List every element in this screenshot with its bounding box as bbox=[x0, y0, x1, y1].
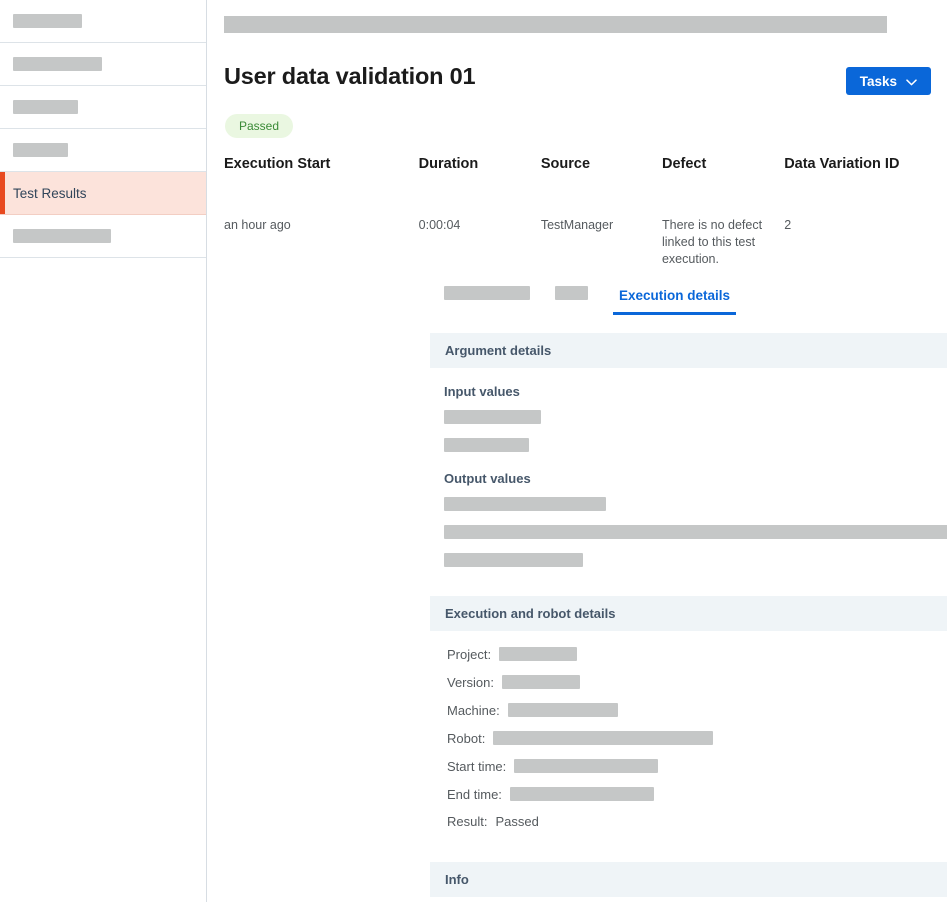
sidebar-item-label-redacted bbox=[13, 14, 82, 28]
input-values-label: Input values bbox=[444, 384, 520, 399]
output-values-label: Output values bbox=[444, 471, 531, 486]
column-header-source: Source bbox=[540, 156, 591, 172]
page-title: User data validation 01 bbox=[224, 63, 476, 89]
field-result: Result: Passed bbox=[447, 815, 947, 828]
field-value-redacted bbox=[501, 675, 580, 689]
field-value-redacted bbox=[493, 731, 714, 745]
input-value-redacted bbox=[444, 438, 529, 452]
field-start-time: Start time: bbox=[447, 759, 947, 773]
field-label: End time: bbox=[447, 786, 502, 802]
cell-source: TestManager bbox=[540, 218, 614, 233]
top-breadcrumb-redacted bbox=[224, 16, 887, 33]
field-version: Version: bbox=[447, 675, 947, 689]
cell-defect: There is no defect linked to this test e… bbox=[661, 218, 763, 267]
cell-duration: 0:00:04 bbox=[418, 218, 461, 233]
field-label: Machine: bbox=[447, 702, 500, 718]
tab-label: Execution details bbox=[619, 288, 731, 303]
field-value: Passed bbox=[495, 814, 539, 829]
field-label: Project: bbox=[447, 646, 492, 662]
field-value-redacted bbox=[499, 647, 578, 661]
sidebar-item-label-redacted bbox=[13, 57, 102, 71]
sidebar-item-1[interactable] bbox=[0, 0, 206, 43]
tab-label-redacted bbox=[555, 286, 588, 300]
field-end-time: End time: bbox=[447, 787, 947, 801]
sidebar-item-2[interactable] bbox=[0, 43, 206, 86]
sidebar-item-label-redacted bbox=[13, 143, 68, 157]
output-value-redacted bbox=[444, 497, 606, 511]
field-label: Start time: bbox=[447, 758, 507, 774]
tasks-button-label: Tasks bbox=[859, 73, 897, 89]
section-info-header[interactable]: Info bbox=[430, 862, 947, 897]
sidebar-item-label-redacted bbox=[13, 100, 78, 114]
field-label: Robot: bbox=[447, 730, 486, 746]
column-header-duration: Duration bbox=[418, 156, 479, 172]
cell-execution-start: an hour ago bbox=[224, 218, 291, 233]
main-content: User data validation 01 Tasks Passed Exe… bbox=[207, 0, 947, 902]
section-argument-details-header[interactable]: Argument details bbox=[430, 333, 947, 368]
input-value-redacted bbox=[444, 410, 541, 424]
section-title: Argument details bbox=[445, 343, 552, 358]
section-title: Execution and robot details bbox=[445, 606, 616, 621]
tab-bar: Execution details bbox=[444, 286, 737, 315]
sidebar-item-label: Test Results bbox=[13, 185, 87, 201]
output-value-redacted bbox=[444, 525, 947, 539]
sidebar-item-3[interactable] bbox=[0, 86, 206, 129]
tasks-button[interactable]: Tasks bbox=[845, 67, 931, 95]
execution-summary-table: Execution Start Duration Source Defect D… bbox=[224, 155, 914, 268]
column-header-defect: Defect bbox=[661, 156, 707, 172]
sidebar: Test Results bbox=[0, 0, 207, 902]
execution-robot-details-body: Project: Version: Machine: Robot: Start … bbox=[430, 631, 947, 828]
status-badge: Passed bbox=[225, 114, 294, 138]
column-header-data-variation-id: Data Variation ID bbox=[784, 156, 900, 172]
table-header-row: Execution Start Duration Source Defect D… bbox=[224, 155, 914, 174]
sidebar-item-6[interactable] bbox=[0, 215, 206, 258]
section-execution-robot-details-header[interactable]: Execution and robot details bbox=[430, 596, 947, 631]
field-value-redacted bbox=[509, 787, 654, 801]
chevron-down-icon bbox=[906, 74, 917, 89]
field-machine: Machine: bbox=[447, 703, 947, 717]
field-project: Project: bbox=[447, 647, 947, 661]
section-execution-robot-details: Execution and robot details Project: Ver… bbox=[430, 596, 947, 842]
field-robot: Robot: bbox=[447, 731, 947, 745]
output-value-redacted bbox=[444, 553, 583, 567]
app-root: Test Results User data validation 01 Tas… bbox=[0, 0, 947, 902]
field-value-redacted bbox=[507, 703, 618, 717]
page-header: User data validation 01 Tasks bbox=[224, 62, 931, 95]
cell-data-variation-id: 2 bbox=[784, 218, 792, 233]
field-label: Result: bbox=[447, 814, 488, 829]
field-label: Version: bbox=[447, 674, 494, 690]
sidebar-item-label-redacted bbox=[13, 229, 111, 243]
section-title: Info bbox=[445, 872, 469, 887]
sidebar-item-4[interactable] bbox=[0, 129, 206, 172]
sidebar-item-test-results[interactable]: Test Results bbox=[0, 172, 206, 215]
field-value-redacted bbox=[514, 759, 659, 773]
tab-execution-details[interactable]: Execution details bbox=[613, 288, 737, 315]
section-info: Info bbox=[430, 862, 947, 897]
argument-details-body: Input values Output values bbox=[430, 368, 947, 567]
tab-redacted-2[interactable] bbox=[555, 286, 588, 315]
tab-label-redacted bbox=[444, 286, 530, 300]
tab-redacted-1[interactable] bbox=[444, 286, 530, 315]
table-row: an hour ago 0:00:04 TestManager There is… bbox=[224, 174, 914, 268]
column-header-execution-start: Execution Start bbox=[224, 156, 331, 172]
section-argument-details: Argument details Input values Output val… bbox=[430, 333, 947, 581]
